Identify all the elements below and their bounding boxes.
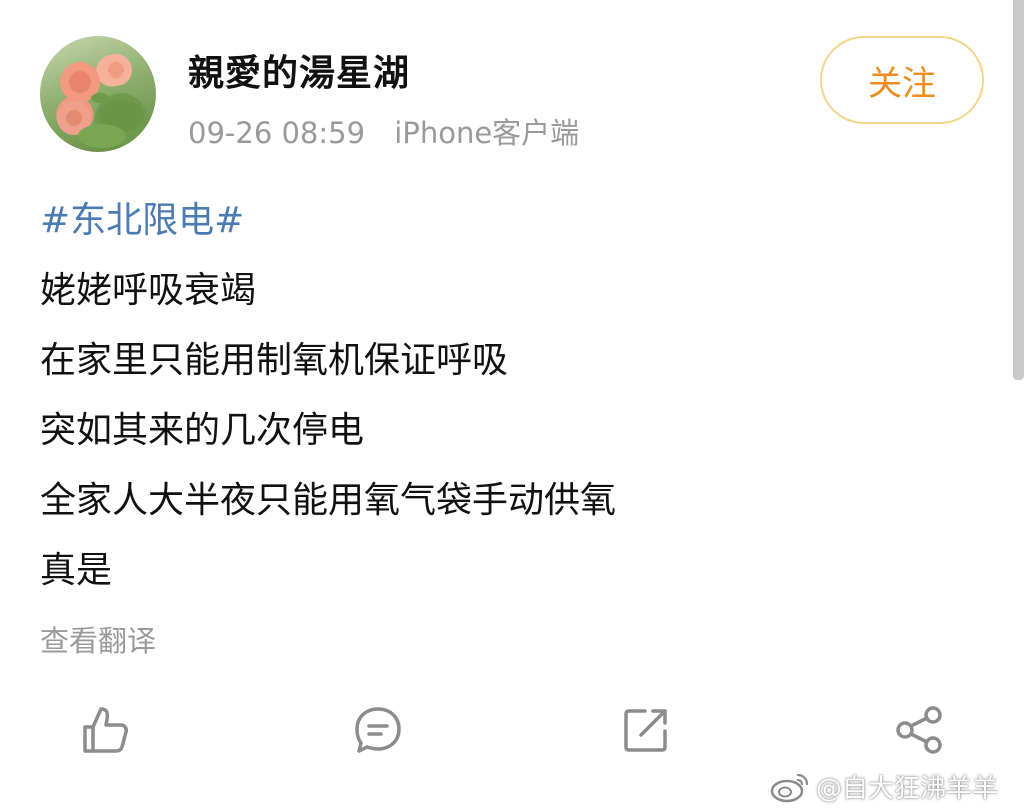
weibo-post: 親愛的湯星湖 09-26 08:59 iPhone客户端 关注 #东北限电# 姥… bbox=[0, 0, 1024, 810]
action-bar bbox=[0, 700, 1024, 770]
post-timestamp: 09-26 08:59 bbox=[188, 116, 366, 150]
repost-button[interactable] bbox=[616, 700, 676, 760]
hashtag-link[interactable]: #东北限电# bbox=[40, 186, 980, 256]
share-icon bbox=[896, 706, 942, 754]
post-text-line: 真是 bbox=[40, 550, 113, 591]
post-text-line: 突如其来的几次停电 bbox=[40, 410, 365, 451]
comment-icon bbox=[355, 707, 401, 753]
author-name[interactable]: 親愛的湯星湖 bbox=[188, 44, 410, 96]
share-button[interactable] bbox=[890, 700, 950, 760]
watermark-text: @自大狂沸羊羊 bbox=[816, 774, 999, 804]
like-button[interactable] bbox=[74, 700, 134, 760]
follow-button[interactable]: 关注 bbox=[820, 36, 984, 124]
post-source: iPhone客户端 bbox=[394, 116, 580, 150]
scrollbar[interactable] bbox=[1013, 0, 1024, 380]
watermark: @自大狂沸羊羊 bbox=[770, 768, 998, 805]
post-text-line: 在家里只能用制氧机保证呼吸 bbox=[40, 340, 509, 381]
post-content: #东北限电# 姥姥呼吸衰竭 在家里只能用制氧机保证呼吸 突如其来的几次停电 全家… bbox=[40, 186, 980, 606]
post-meta: 09-26 08:59 iPhone客户端 bbox=[188, 110, 579, 152]
comment-button[interactable] bbox=[348, 700, 408, 760]
post-text-line: 姥姥呼吸衰竭 bbox=[40, 270, 257, 311]
avatar[interactable] bbox=[40, 36, 156, 152]
view-translation-link[interactable]: 查看翻译 bbox=[40, 618, 156, 660]
weibo-logo-icon bbox=[770, 773, 809, 802]
thumbs-up-icon bbox=[83, 707, 128, 753]
rose-photo-icon bbox=[57, 54, 144, 148]
post-text-line: 全家人大半夜只能用氧气袋手动供氧 bbox=[40, 480, 617, 521]
repost-icon bbox=[624, 709, 667, 752]
